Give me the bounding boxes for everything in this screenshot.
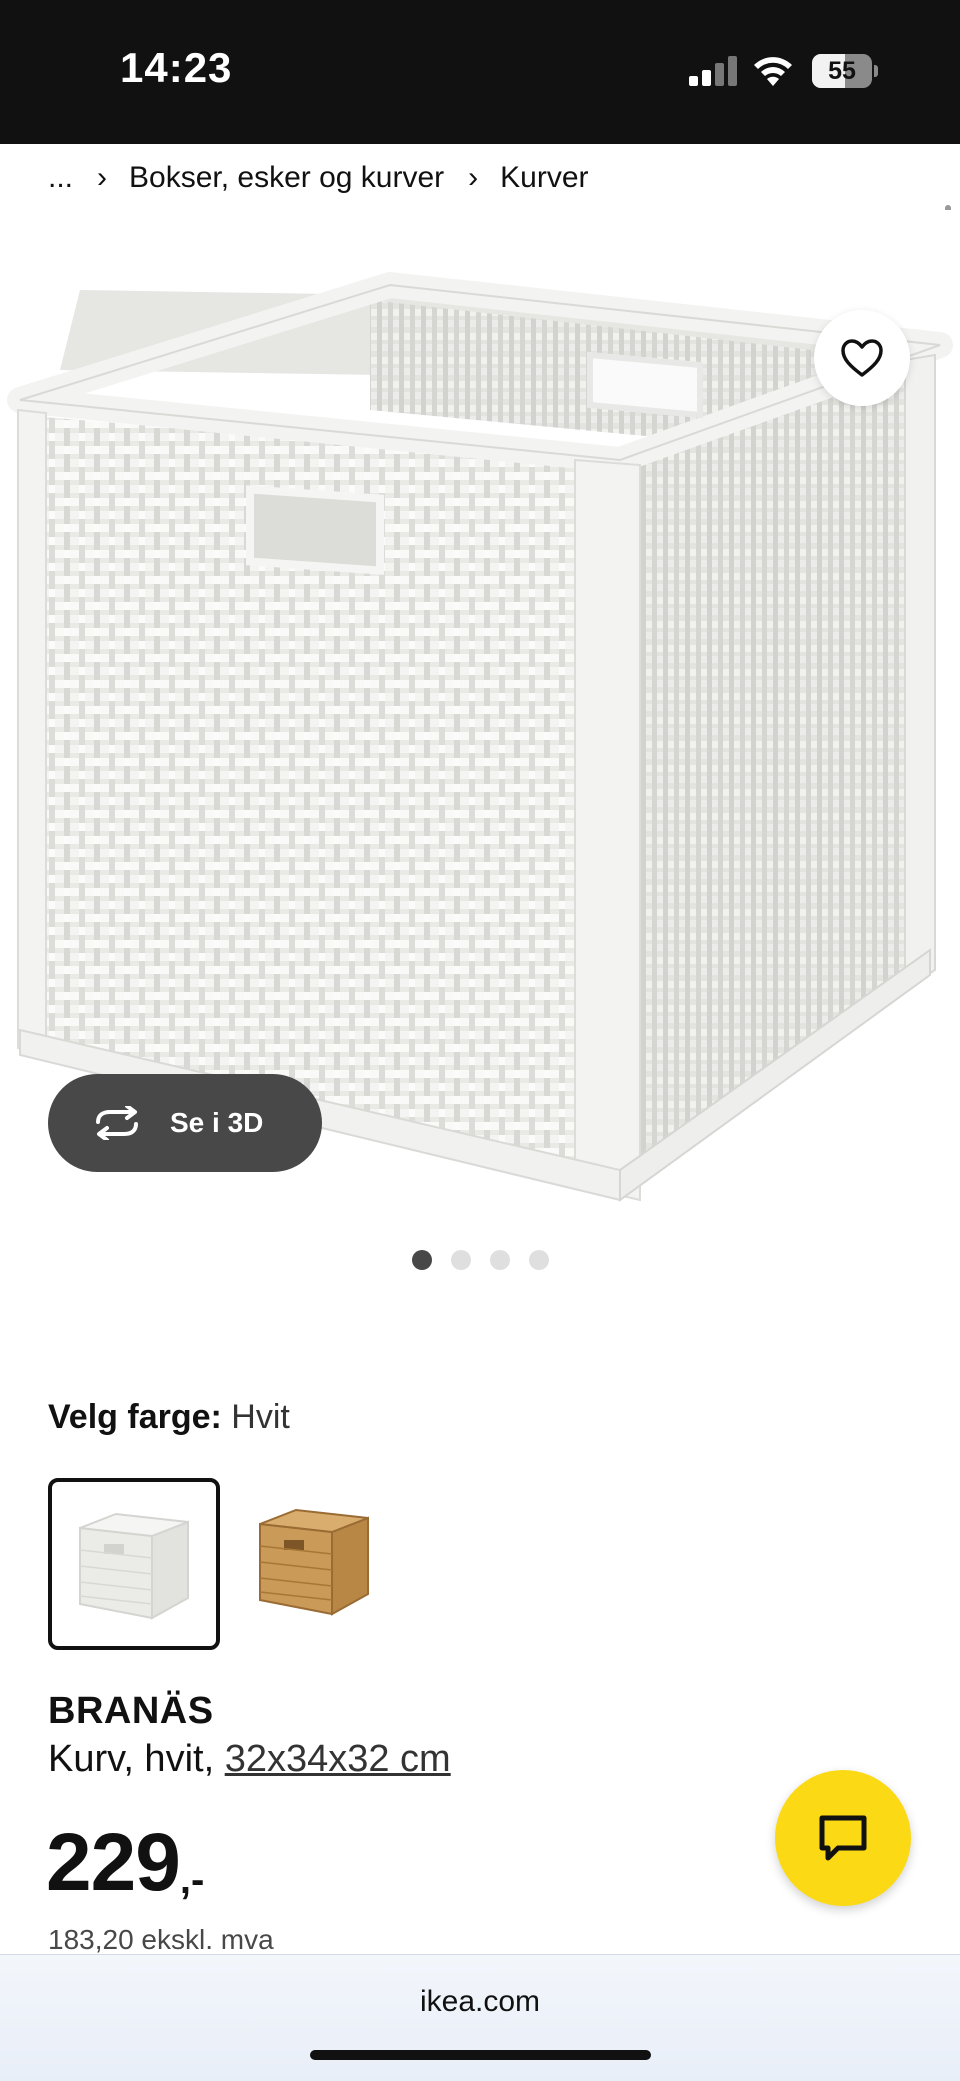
product-description: Kurv, hvit, 32x34x32 cm <box>48 1738 451 1781</box>
color-label-title: Velg farge: <box>48 1398 222 1436</box>
price-suffix: ,- <box>179 1858 205 1902</box>
product-dimensions-link[interactable]: 32x34x32 cm <box>225 1738 451 1780</box>
color-swatch-white[interactable] <box>48 1478 220 1650</box>
color-swatch-rattan[interactable] <box>232 1478 404 1650</box>
heart-icon <box>841 339 883 377</box>
browser-address-bar[interactable]: ikea.com <box>0 1954 960 2081</box>
image-pagination <box>412 1250 549 1270</box>
cellular-signal-icon <box>689 56 737 86</box>
view-3d-button[interactable]: Se i 3D <box>48 1074 322 1172</box>
product-name: BRANÄS <box>48 1690 214 1732</box>
chevron-right-icon: › <box>468 161 479 194</box>
favorite-button[interactable] <box>814 310 910 406</box>
breadcrumb-item-more[interactable]: ... <box>48 161 73 195</box>
pagination-dot[interactable] <box>529 1250 549 1270</box>
price-value: 229 <box>46 1817 181 1908</box>
rattan-basket-thumbnail <box>259 1508 369 1616</box>
breadcrumb-item-baskets[interactable]: Kurver <box>500 161 588 195</box>
pagination-dot[interactable] <box>451 1250 471 1270</box>
chat-icon <box>819 1815 867 1861</box>
product-type: Kurv, hvit, <box>48 1738 225 1780</box>
wifi-icon <box>754 57 792 86</box>
white-basket-thumbnail <box>79 1512 189 1620</box>
pagination-dot[interactable] <box>490 1250 510 1270</box>
url-text[interactable]: ikea.com <box>0 1985 960 2019</box>
status-bar: 14:23 55 <box>0 0 960 144</box>
pagination-dot[interactable] <box>412 1250 432 1270</box>
product-price: 229 ,- <box>46 1822 204 1904</box>
battery-icon: 55 <box>812 54 878 88</box>
status-time: 14:23 <box>120 44 233 91</box>
color-picker-label: Velg farge: Hvit <box>48 1398 290 1437</box>
view-3d-label: Se i 3D <box>170 1107 264 1138</box>
rotate-3d-icon <box>96 1106 138 1140</box>
breadcrumb-item-boxes[interactable]: Bokser, esker og kurver <box>129 161 444 195</box>
price-excl-vat: 183,20 ekskl. mva <box>48 1924 274 1955</box>
color-label-value: Hvit <box>231 1398 290 1436</box>
chevron-right-icon: › <box>97 161 108 194</box>
chat-button[interactable] <box>775 1770 911 1906</box>
battery-level: 55 <box>828 57 856 85</box>
breadcrumb: ... › Bokser, esker og kurver › Kurver <box>48 158 589 198</box>
home-indicator[interactable] <box>310 2050 651 2060</box>
